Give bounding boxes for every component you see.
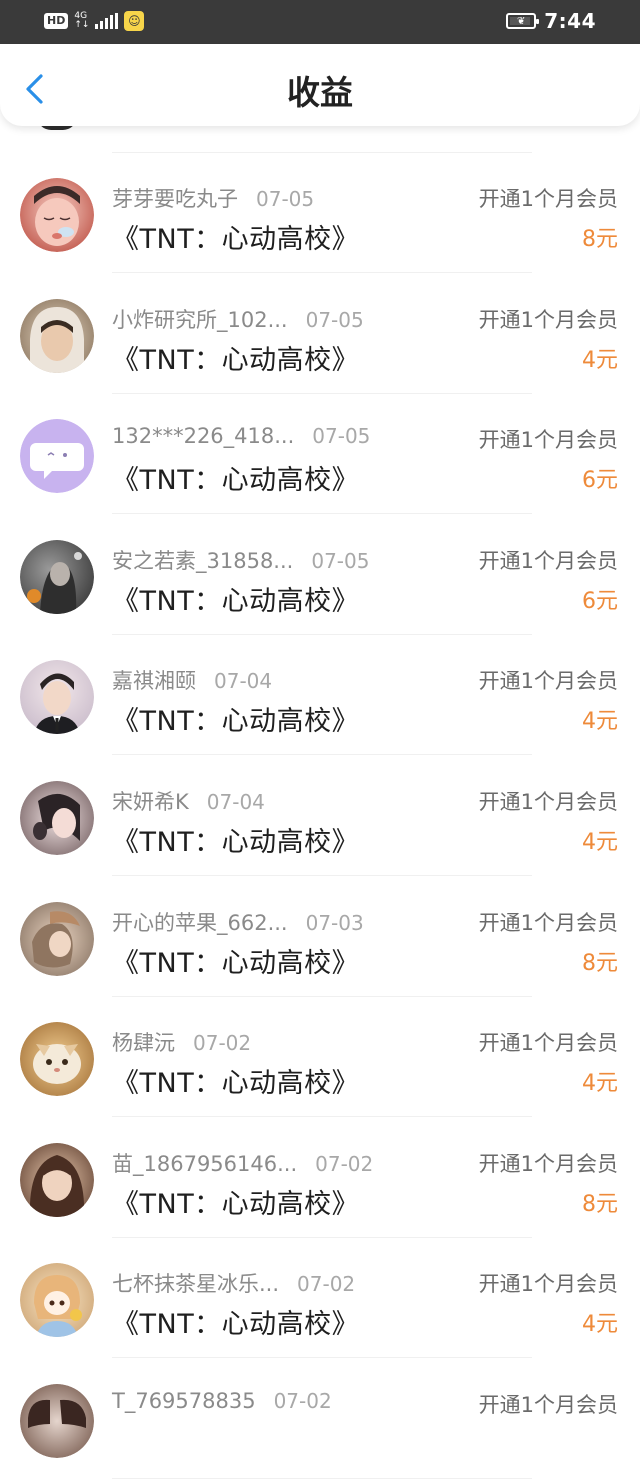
date: 07-05	[305, 307, 364, 332]
purchase-description: 开通1个月会员	[478, 1151, 618, 1176]
date: 07-05	[256, 187, 315, 211]
purchase-description: 开通1个月会员	[478, 428, 618, 453]
list-item[interactable]: T_769578835 07-02 开通1个月会员	[0, 1359, 640, 1479]
list-item[interactable]: 苗_1867956146... 07-02 《TNT：心动高校》 开通1个月会员 8元	[0, 1118, 640, 1238]
earning-amount: 6元	[582, 468, 618, 494]
user-name: 开心的苹果_662... 07-03	[112, 910, 364, 935]
purchase-description: 开通1个月会员	[478, 910, 618, 935]
list-item[interactable]: 嘉祺湘颐 07-04 《TNT：心动高校》 开通1个月会员 4元	[0, 635, 640, 756]
purchase-description: 开通1个月会员	[478, 1272, 618, 1297]
status-right: ❦ 7:44	[506, 9, 596, 33]
user-name: 嘉祺湘颐 07-04	[112, 669, 273, 694]
avatar[interactable]	[20, 1384, 94, 1458]
purchase-description: 开通1个月会员	[478, 1393, 618, 1417]
list-item[interactable]: 芽芽要吃丸子 07-05 《TNT：心动高校》 开通1个月会员 8元	[0, 153, 640, 273]
date: 07-02	[297, 1272, 356, 1297]
earning-amount: 8元	[582, 227, 618, 252]
list-item[interactable]: 132***226_418... 07-05 《TNT：心动高校》 开通1个月会员 6元	[0, 394, 640, 515]
hd-indicator: HD	[44, 13, 69, 29]
app-notification-icon: ☺	[124, 11, 145, 31]
date: 07-03	[305, 910, 364, 935]
purchase-description: 开通1个月会员	[478, 1031, 618, 1056]
user-name: T_769578835 07-02	[112, 1389, 332, 1413]
date: 07-02	[315, 1151, 374, 1176]
list-item[interactable]: 杨肆沅 07-02 《TNT：心动高校》 开通1个月会员 4元	[0, 997, 640, 1118]
list-item[interactable]: 宋妍希K 07-04 《TNT：心动高校》 开通1个月会员 4元	[0, 756, 640, 876]
book-title: 《TNT：心动高校》	[112, 1068, 360, 1100]
avatar[interactable]	[20, 539, 94, 614]
earning-amount: 4元	[582, 830, 618, 855]
book-title: 《TNT：心动高校》	[112, 585, 360, 617]
page-title: 收益	[287, 73, 353, 112]
avatar[interactable]	[20, 781, 94, 855]
user-name: 杨肆沅 07-02	[112, 1031, 252, 1056]
earning-amount: 8元	[582, 1191, 618, 1217]
avatar[interactable]	[20, 419, 94, 494]
purchase-description: 开通1个月会员	[478, 187, 618, 211]
earning-amount: 4元	[582, 1312, 618, 1338]
book-title: 《TNT：心动高校》	[112, 1309, 360, 1341]
status-bar: HD 4G ↑↓ ☺ ❦ 7:44	[0, 0, 640, 44]
user-name: 宋妍希K 07-04	[112, 790, 265, 814]
book-title: 《TNT：心动高校》	[112, 706, 360, 738]
book-title: 《TNT：心动高校》	[112, 1188, 360, 1220]
earning-amount: 4元	[582, 1071, 618, 1097]
user-name: 芽芽要吃丸子 07-05	[112, 187, 315, 211]
earning-amount: 6元	[582, 588, 618, 614]
avatar[interactable]	[20, 178, 94, 252]
book-title: 《TNT：心动高校》	[112, 344, 360, 376]
book-title: 《TNT：心动高校》	[112, 465, 360, 497]
leaf-icon: ❦	[517, 15, 526, 27]
purchase-description: 开通1个月会员	[478, 548, 618, 573]
earning-amount: 4元	[582, 347, 618, 373]
purchase-description: 开通1个月会员	[478, 790, 618, 814]
list-item[interactable]: 七杯抹茶星冰乐... 07-02 《TNT：心动高校》 开通1个月会员 4元	[0, 1238, 640, 1359]
status-left: HD 4G ↑↓ ☺	[44, 11, 145, 31]
book-title: 《TNT：心动高校》	[112, 947, 360, 979]
user-name: 安之若素_31858... 07-05	[112, 548, 370, 573]
avatar[interactable]	[20, 1263, 94, 1338]
clock: 7:44	[544, 9, 596, 33]
date: 07-04	[206, 790, 265, 814]
list-item[interactable]: 小炸研究所_102... 07-05 《TNT：心动高校》 开通1个月会员 4元	[0, 274, 640, 394]
list-item[interactable]: 开心的苹果_662... 07-03 《TNT：心动高校》 开通1个月会员 8元	[0, 877, 640, 997]
purchase-description: 开通1个月会员	[478, 669, 618, 694]
earning-amount: 4元	[582, 709, 618, 735]
date: 07-02	[273, 1389, 332, 1413]
avatar[interactable]	[20, 1142, 94, 1217]
top-nav-bar: 收益	[0, 44, 640, 126]
user-name: 132***226_418... 07-05	[112, 424, 371, 449]
user-name: 小炸研究所_102... 07-05	[112, 307, 364, 332]
book-title: 《TNT：心动高校》	[112, 827, 360, 858]
list-item[interactable]: 安之若素_31858... 07-05 《TNT：心动高校》 开通1个月会员 6元	[0, 515, 640, 635]
avatar[interactable]	[20, 1022, 94, 1097]
date: 07-04	[214, 669, 273, 694]
user-name: 苗_1867956146... 07-02	[112, 1151, 374, 1176]
signal-icon	[95, 13, 119, 29]
battery-icon: ❦	[506, 13, 540, 29]
purchase-description: 开通1个月会员	[478, 307, 618, 332]
earning-amount: 8元	[582, 950, 618, 976]
avatar[interactable]	[20, 660, 94, 735]
avatar[interactable]	[20, 298, 94, 373]
date: 07-05	[312, 424, 371, 449]
avatar[interactable]	[20, 901, 94, 976]
date: 07-05	[311, 548, 370, 573]
network-type: 4G ↑↓	[74, 11, 90, 30]
book-title: 《TNT：心动高校》	[112, 224, 360, 255]
date: 07-02	[193, 1031, 252, 1056]
user-name: 七杯抹茶星冰乐... 07-02	[112, 1272, 356, 1297]
